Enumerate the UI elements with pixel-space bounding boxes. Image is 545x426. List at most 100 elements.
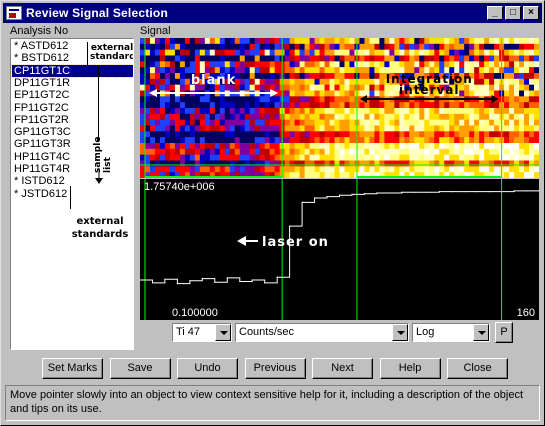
- heatmap-cell: [229, 55, 236, 62]
- heatmap-cell: [159, 108, 166, 115]
- heatmap-cell: [264, 131, 271, 138]
- chevron-down-icon[interactable]: [215, 324, 231, 341]
- sample-list-item[interactable]: HP11GT4C: [14, 151, 70, 163]
- sample-list-item[interactable]: * BSTD612: [14, 52, 69, 64]
- sample-list-item[interactable]: GP11GT3R: [14, 138, 71, 150]
- heatmap-cell: [394, 38, 400, 45]
- chevron-down-icon[interactable]: [392, 324, 408, 341]
- heatmap-cell: [149, 38, 156, 45]
- sample-list-item[interactable]: FP11GT2C: [14, 102, 69, 114]
- sample-list[interactable]: * ASTD612 * BSTD612 CP11GT1C DP11GT1R EP11GT…: [10, 38, 134, 350]
- heatmap-cell: [239, 55, 246, 62]
- heatmap-cell: [534, 55, 539, 62]
- signal-heatmap[interactable]: blank Integration interval: [140, 38, 539, 178]
- heatmap-cell: [364, 43, 370, 51]
- heatmap-cell: [299, 73, 306, 80]
- heatmap-cell: [239, 43, 246, 51]
- heatmap-cell: [314, 43, 321, 51]
- heatmap-cell: [349, 67, 355, 74]
- heatmap-cell: [434, 131, 440, 138]
- heatmap-cell: [264, 102, 271, 109]
- sample-list-item[interactable]: FP11GT2R: [14, 114, 69, 126]
- p-button[interactable]: P: [495, 322, 513, 343]
- heatmap-cell: [299, 113, 306, 121]
- heatmap-cell: [494, 55, 500, 62]
- heatmap-cell: [489, 67, 495, 74]
- heatmap-cell: [199, 137, 206, 144]
- signal-plot[interactable]: 1.75740e+006 0.100000 160 laser on: [140, 179, 539, 320]
- help-button[interactable]: Help: [379, 358, 441, 379]
- heatmap-cell: [144, 43, 151, 51]
- heatmap-cell: [274, 113, 281, 121]
- heatmap-cell: [339, 143, 345, 150]
- sample-list-item[interactable]: CP11GT1C: [11, 63, 133, 78]
- heatmap-cell: [359, 125, 365, 132]
- close-window-button[interactable]: ×: [523, 6, 539, 20]
- heatmap-cell: [334, 119, 340, 126]
- heatmap-cell: [454, 108, 460, 115]
- sample-list-item[interactable]: GP11GT3C: [14, 126, 71, 138]
- heatmap-cell: [164, 108, 171, 115]
- chevron-down-icon[interactable]: [473, 324, 489, 341]
- y-max-label: 1.75740e+006: [144, 181, 215, 193]
- heatmap-cell: [459, 137, 465, 144]
- heatmap-cell: [159, 61, 166, 68]
- next-button[interactable]: Next: [312, 358, 373, 379]
- heatmap-cell: [454, 154, 460, 161]
- heatmap-cell: [374, 102, 380, 109]
- heatmap-cell: [254, 108, 261, 115]
- heatmap-cell: [164, 154, 171, 161]
- heatmap-cell: [184, 61, 191, 68]
- previous-button[interactable]: Previous: [244, 358, 306, 379]
- heatmap-cell: [529, 55, 535, 62]
- scale-select[interactable]: Log: [412, 323, 490, 342]
- heatmap-cell: [274, 160, 281, 167]
- maximize-button[interactable]: □: [505, 6, 521, 20]
- heatmap-cell: [419, 166, 425, 173]
- heatmap-cell: [179, 61, 186, 68]
- heatmap-cell: [189, 55, 196, 62]
- heatmap-cell: [304, 90, 311, 97]
- sample-list-item[interactable]: * ASTD612: [14, 40, 68, 52]
- heatmap-cell: [364, 38, 370, 45]
- heatmap-cell: [364, 143, 370, 150]
- sample-list-item[interactable]: EP11GT2C: [14, 89, 69, 101]
- heatmap-cell: [229, 113, 236, 121]
- heatmap-cell: [319, 96, 326, 103]
- heatmap-cell: [299, 49, 306, 56]
- heatmap-cell: [344, 172, 350, 178]
- undo-button[interactable]: Undo: [177, 358, 238, 379]
- sample-list-item[interactable]: * ISTD612: [14, 175, 65, 187]
- sample-list-item[interactable]: HP11GT4R: [14, 163, 70, 175]
- heatmap-cell: [169, 108, 176, 115]
- heatmap-cell: [394, 148, 400, 156]
- heatmap-cell: [329, 143, 336, 150]
- sample-list-item[interactable]: * JSTD612: [14, 188, 67, 200]
- heatmap-cell: [249, 166, 256, 173]
- title-bar[interactable]: Review Signal Selection _ □ ×: [3, 3, 542, 23]
- heatmap-cell: [424, 55, 430, 62]
- heatmap-cell: [359, 137, 365, 144]
- heatmap-cell: [174, 125, 181, 132]
- units-select[interactable]: Counts/sec: [235, 323, 409, 342]
- element-select[interactable]: Ti 47: [172, 323, 232, 342]
- heatmap-cell: [474, 108, 480, 115]
- close-button[interactable]: Close: [447, 358, 508, 379]
- heatmap-cell: [464, 143, 470, 150]
- heatmap-cell: [314, 96, 321, 103]
- heatmap-cell: [514, 148, 520, 156]
- set-marks-button[interactable]: Set Marks: [42, 358, 103, 379]
- heatmap-cell: [384, 125, 390, 132]
- minimize-button[interactable]: _: [487, 6, 503, 20]
- heatmap-cell: [254, 137, 261, 144]
- heatmap-cell: [489, 49, 495, 56]
- heatmap-cell: [504, 90, 510, 97]
- heatmap-cell: [429, 154, 435, 161]
- heatmap-cell: [214, 119, 221, 126]
- save-button[interactable]: Save: [109, 358, 171, 379]
- heatmap-cell: [504, 55, 510, 62]
- heatmap-cell: [489, 108, 495, 115]
- sample-list-item[interactable]: DP11GT1R: [14, 77, 70, 89]
- heatmap-cell: [444, 55, 450, 62]
- heatmap-cell: [349, 119, 355, 126]
